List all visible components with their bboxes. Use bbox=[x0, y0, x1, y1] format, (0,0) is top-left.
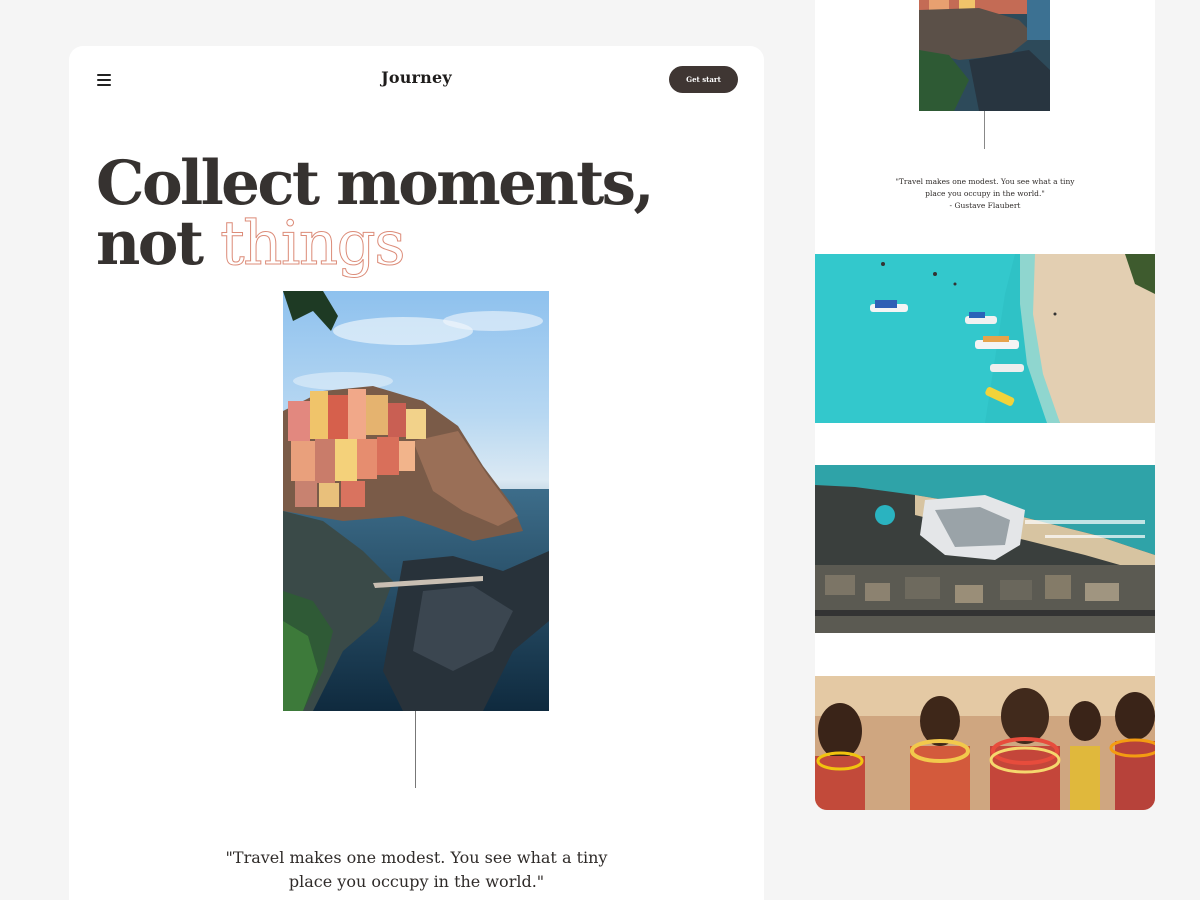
get-start-button[interactable]: Get start bbox=[669, 66, 738, 93]
quote-small-line-1: "Travel makes one modest. You see what a… bbox=[895, 177, 1075, 186]
mobile-preview-panel: "Travel makes one modest. You see what a… bbox=[815, 0, 1155, 810]
coastal-resort-photo bbox=[815, 465, 1155, 633]
quote-line-1: "Travel makes one modest. You see what a… bbox=[225, 848, 608, 867]
timeline-line-small bbox=[984, 111, 985, 149]
quote-small-author: - Gustave Flaubert bbox=[949, 201, 1021, 210]
hero-title-line-1: Collect moments, bbox=[96, 148, 655, 219]
travel-quote: "Travel makes one modest. You see what a… bbox=[69, 846, 764, 894]
travel-quote-small: "Travel makes one modest. You see what a… bbox=[815, 176, 1155, 212]
quote-small-line-2: place you occupy in the world." bbox=[925, 189, 1045, 198]
timeline-line bbox=[415, 711, 416, 788]
hero-photo-cliff-village bbox=[283, 291, 549, 711]
quote-line-2: place you occupy in the world." bbox=[288, 872, 545, 891]
main-card: Journey Get start Collect moments, not t… bbox=[69, 46, 764, 900]
hero-title: Collect moments, not things bbox=[96, 148, 655, 275]
hero-title-plain-word: not bbox=[96, 208, 204, 279]
hero-title-outline-word: things bbox=[220, 208, 406, 279]
tribal-women-photo bbox=[815, 676, 1155, 810]
hero-title-line-2: not things bbox=[96, 213, 652, 275]
brand-logo[interactable]: Journey bbox=[69, 68, 764, 87]
beach-boats-photo bbox=[815, 254, 1155, 423]
cliff-village-thumbnail bbox=[919, 0, 1050, 111]
